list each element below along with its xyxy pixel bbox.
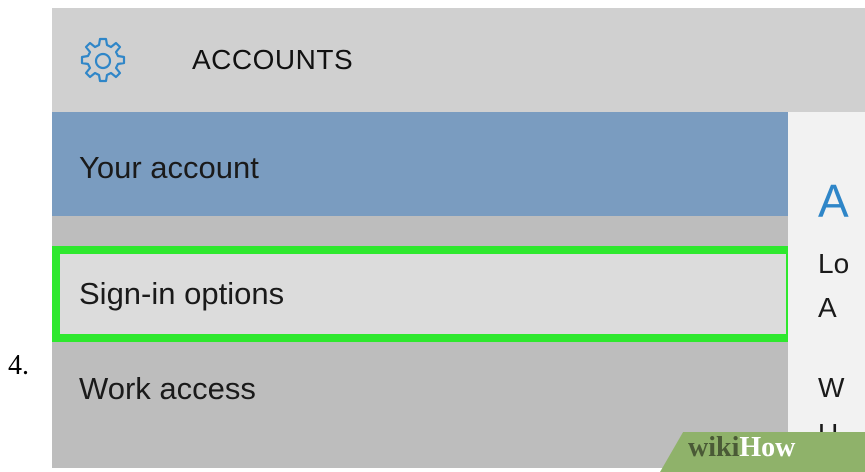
- content-line: Lo: [818, 248, 850, 279]
- watermark-part1: wiki: [688, 432, 740, 463]
- content-line: W: [818, 372, 845, 403]
- watermark-part2: How: [739, 432, 796, 463]
- settings-window: ACCOUNTS Your account Sign-in options Wo…: [52, 8, 865, 468]
- content-pane: A Lo A W U: [788, 112, 865, 468]
- step-number: 4.: [8, 350, 29, 381]
- gear-icon: [80, 37, 126, 83]
- watermark-logo: wikiHow: [688, 432, 795, 464]
- page-title: ACCOUNTS: [192, 44, 354, 75]
- sidebar-item-work-access[interactable]: Work access: [52, 344, 788, 434]
- content-heading: A: [818, 175, 849, 227]
- header-bar: ACCOUNTS: [52, 8, 865, 112]
- sidebar-item-your-account[interactable]: Your account: [52, 112, 788, 216]
- sidebar-item-sign-in-options[interactable]: Sign-in options: [52, 246, 794, 342]
- sidebar: Your account Sign-in options Work access: [52, 112, 794, 468]
- content-line: A: [818, 292, 837, 323]
